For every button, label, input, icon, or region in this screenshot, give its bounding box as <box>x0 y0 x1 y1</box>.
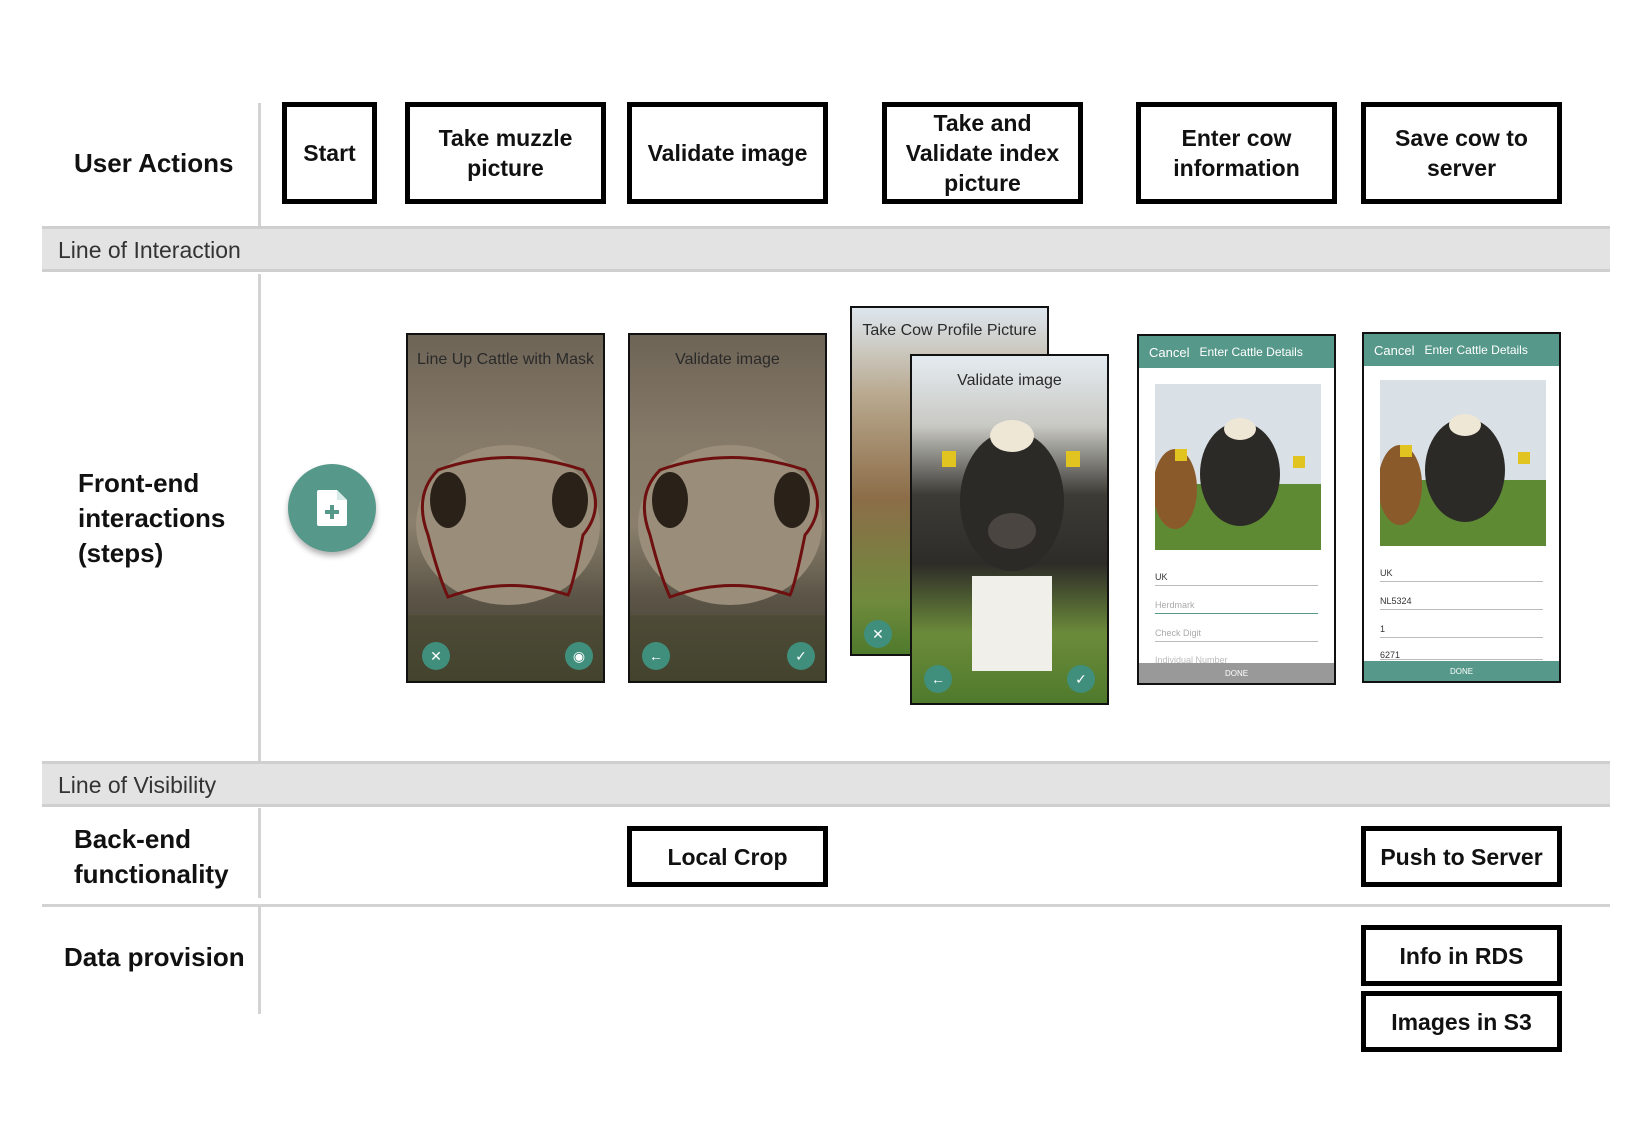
field-check-digit[interactable]: Check Digit <box>1155 628 1318 642</box>
action-start-label: Start <box>303 140 356 166</box>
field-individual-number[interactable]: 6271 <box>1380 650 1543 660</box>
images-s3-label: Images in S3 <box>1391 1008 1532 1035</box>
field-check-digit[interactable]: 1 <box>1380 624 1543 638</box>
action-take-validate-index: Take and Validate index picture <box>882 102 1083 204</box>
lane-label-user-actions: User Actions <box>74 148 234 178</box>
screen-save-cattle-details: Cancel Enter Cattle Details UK NL5324 1 … <box>1362 332 1561 683</box>
action-take-muzzle-picture: Take muzzle picture <box>405 102 606 204</box>
lane-separator-vertical <box>258 808 261 898</box>
back-arrow-icon[interactable]: ← <box>924 665 952 693</box>
action-save-cow-to-server: Save cow to server <box>1361 102 1562 204</box>
field-herdmark[interactable]: NL5324 <box>1380 596 1543 610</box>
cancel-icon[interactable]: ✕ <box>864 620 892 648</box>
check-icon[interactable]: ✓ <box>1067 665 1095 693</box>
action-save-label: Save cow to server <box>1395 125 1528 181</box>
camera-icon[interactable]: ◉ <box>565 642 593 670</box>
screen-line-up-muzzle: Line Up Cattle with Mask ✕ ◉ <box>406 333 605 683</box>
profile-validate-title: Validate image <box>957 372 1062 389</box>
push-to-server-label: Push to Server <box>1380 843 1543 870</box>
info-rds-label: Info in RDS <box>1399 942 1524 969</box>
muzzle-screen-title: Line Up Cattle with Mask <box>417 351 594 368</box>
field-country[interactable]: UK <box>1380 568 1543 582</box>
cancel-link[interactable]: Cancel <box>1374 343 1414 358</box>
line-of-interaction-label: Line of Interaction <box>58 237 241 263</box>
form-title: Enter Cattle Details <box>1424 343 1528 357</box>
cancel-link[interactable]: Cancel <box>1149 345 1189 360</box>
add-file-icon <box>317 490 347 526</box>
lane-label-data-provision: Data provision <box>64 942 245 972</box>
data-images-in-s3: Images in S3 <box>1361 991 1562 1052</box>
back-arrow-icon[interactable]: ← <box>642 642 670 670</box>
start-fab-button[interactable] <box>288 464 376 552</box>
muzzle-image <box>408 445 603 681</box>
validate-screen-title: Validate image <box>675 351 780 368</box>
lane-separator-vertical <box>258 274 261 761</box>
action-enter-cow-information: Enter cow information <box>1136 102 1337 204</box>
backend-divider <box>42 904 1610 907</box>
local-crop-label: Local Crop <box>667 843 788 870</box>
app-bar: Cancel Enter Cattle Details <box>1364 334 1559 366</box>
action-start: Start <box>282 102 377 204</box>
field-country[interactable]: UK <box>1155 572 1318 586</box>
screen-validate-profile: Validate image ← ✓ <box>910 354 1109 705</box>
lane-separator-vertical <box>258 103 261 228</box>
backend-local-crop: Local Crop <box>627 826 828 887</box>
done-button[interactable]: DONE <box>1364 661 1559 681</box>
line-of-visibility-band: Line of Visibility <box>42 761 1610 807</box>
cow-photo <box>1380 380 1546 546</box>
action-muzzle-label: Take muzzle picture <box>438 125 573 181</box>
line-of-visibility-label: Line of Visibility <box>58 772 217 798</box>
action-validate-label: Validate image <box>647 140 808 166</box>
data-info-in-rds: Info in RDS <box>1361 925 1562 986</box>
field-herdmark[interactable]: Herdmark <box>1155 600 1318 614</box>
muzzle-validate-image <box>630 445 825 681</box>
lane-label-backend: Back-end functionality <box>74 824 229 889</box>
action-index-label: Take and Validate index picture <box>905 110 1060 196</box>
line-of-interaction-band: Line of Interaction <box>42 226 1610 272</box>
action-validate-image: Validate image <box>627 102 828 204</box>
backend-push-to-server: Push to Server <box>1361 826 1562 887</box>
screen-validate-muzzle: Validate image ← ✓ <box>628 333 827 683</box>
screen-enter-cattle-details: Cancel Enter Cattle Details UK Herdmark … <box>1137 334 1336 685</box>
lane-label-frontend: Front-end interactions (steps) <box>78 468 226 568</box>
app-bar: Cancel Enter Cattle Details <box>1139 336 1334 368</box>
done-button[interactable]: DONE <box>1139 663 1334 683</box>
cow-photo <box>1155 384 1321 550</box>
check-icon[interactable]: ✓ <box>787 642 815 670</box>
action-enter-label: Enter cow information <box>1173 125 1300 181</box>
form-title: Enter Cattle Details <box>1199 345 1303 359</box>
cow-image <box>942 420 1080 671</box>
profile-screen-title: Take Cow Profile Picture <box>862 322 1037 339</box>
cancel-icon[interactable]: ✕ <box>422 642 450 670</box>
lane-separator-vertical <box>258 906 261 1014</box>
